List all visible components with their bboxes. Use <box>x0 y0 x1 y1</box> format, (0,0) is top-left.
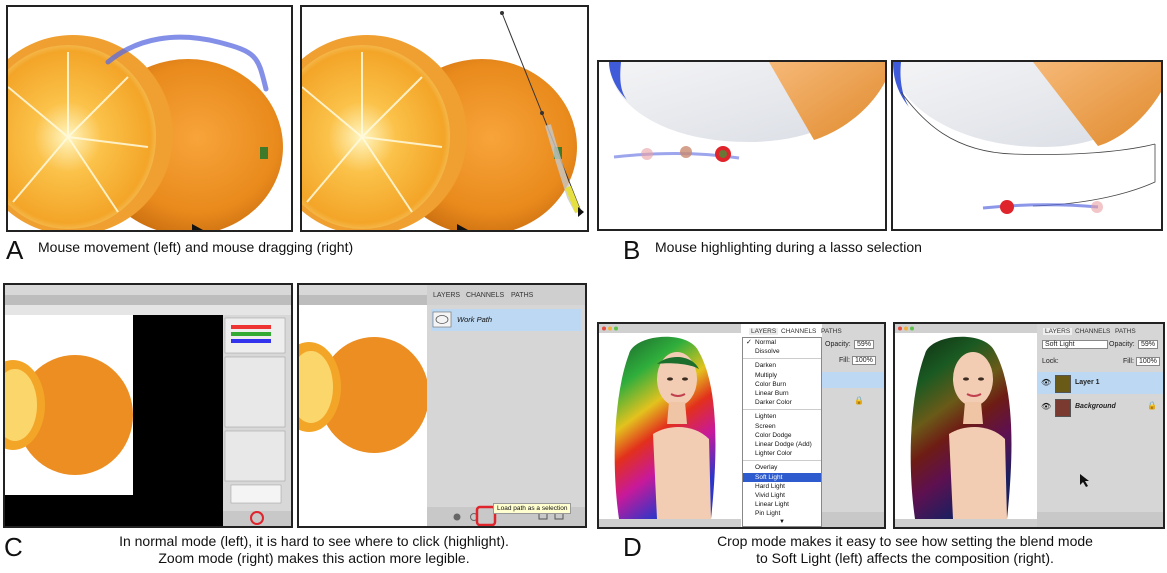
panel-b-caption: Mouse highlighting during a lasso select… <box>655 239 922 255</box>
tab-paths[interactable]: PATHS <box>1115 328 1136 335</box>
blend-option-darker-color[interactable]: Darker Color <box>743 398 821 407</box>
photoshop-zoom-mode-screenshot <box>299 285 585 526</box>
mouse-cursor-icon <box>1080 474 1089 487</box>
layer-thumbnail <box>1055 375 1071 393</box>
blend-option-soft-light[interactable]: Soft Light <box>743 472 821 482</box>
layer-1-row[interactable]: 👁 Layer 1 <box>1037 372 1163 394</box>
blend-option-color-burn[interactable]: Color Burn <box>743 380 821 389</box>
fill-label: Fill: <box>1123 358 1134 365</box>
blend-mode-select[interactable]: Soft Light <box>1042 340 1108 349</box>
blend-option-darken[interactable]: Darken <box>743 361 821 370</box>
woman-rainbow-hair-image <box>599 324 741 527</box>
eye-icon[interactable]: 👁 <box>1041 402 1051 411</box>
layers-footer <box>1037 512 1163 527</box>
tab-paths[interactable]: PATHS <box>821 328 842 335</box>
chevron-down-icon: ▼ <box>779 519 785 525</box>
photoshop-normal-mode-screenshot <box>5 285 291 526</box>
panel-c-left-frame <box>3 283 293 528</box>
opacity-value[interactable]: 59% <box>854 340 875 349</box>
layers-footer <box>822 512 884 527</box>
blend-option-hard-light[interactable]: Hard Light <box>743 482 821 491</box>
ball-image-lasso-end <box>893 62 1161 229</box>
blend-option-multiply[interactable]: Multiply <box>743 371 821 380</box>
panel-d-right-frame: LAYERS CHANNELS PATHS Soft Light Opacity… <box>893 322 1165 529</box>
layer-thumbnail <box>1055 399 1071 417</box>
blend-option-lighter-color[interactable]: Lighter Color <box>743 449 821 458</box>
eye-icon[interactable]: 👁 <box>1041 378 1051 387</box>
tab-channels[interactable]: CHANNELS <box>1075 328 1110 335</box>
fill-label: Fill: <box>839 357 850 364</box>
layer-1-label: Layer 1 <box>1075 379 1100 386</box>
background-layer-row[interactable]: 👁 Background 🔒 <box>1037 396 1163 418</box>
panel-d-caption-line1: Crop mode makes it easy to see how setti… <box>717 533 1093 549</box>
blend-option-screen[interactable]: Screen <box>743 422 821 431</box>
panel-d-left-frame: Normal Dissolve Darken Multiply Color Bu… <box>597 322 886 529</box>
panel-c-right-frame: LAYERS CHANNELS PATHS Work Path Load pat… <box>297 283 587 528</box>
layers-panel-bg <box>1037 324 1163 527</box>
panel-a-letter: A <box>6 235 24 265</box>
fill-value[interactable]: 100% <box>1136 357 1160 366</box>
panel-d-caption-line2: to Soft Light (left) affects the composi… <box>756 550 1054 566</box>
blend-option-linear-dodge[interactable]: Linear Dodge (Add) <box>743 440 821 449</box>
tab-channels[interactable]: CHANNELS <box>781 328 816 335</box>
load-path-tooltip: Load path as a selection <box>493 503 572 514</box>
blend-option-normal[interactable]: Normal <box>743 338 821 347</box>
blend-option-lighten[interactable]: Lighten <box>743 412 821 421</box>
woman-soft-light-hair-image <box>895 324 1037 527</box>
work-path-label[interactable]: Work Path <box>457 315 492 324</box>
tab-layers[interactable]: LAYERS <box>433 292 460 299</box>
menu-divider <box>743 409 821 411</box>
blend-mode-dropdown[interactable]: Normal Dissolve Darken Multiply Color Bu… <box>742 337 822 527</box>
fill-value[interactable]: 100% <box>852 356 876 365</box>
menu-divider <box>743 358 821 360</box>
tab-channels[interactable]: CHANNELS <box>466 292 504 299</box>
lock-icon: 🔒 <box>854 396 864 405</box>
tab-layers[interactable]: LAYERS <box>1043 328 1073 335</box>
lock-label: Lock: <box>1042 358 1059 365</box>
blend-option-color-dodge[interactable]: Color Dodge <box>743 431 821 440</box>
tab-paths[interactable]: PATHS <box>511 292 533 299</box>
opacity-label: Opacity: <box>1109 341 1135 348</box>
checkmark-icon: ✓ <box>746 339 752 346</box>
blend-option-overlay[interactable]: Overlay <box>743 463 821 472</box>
opacity-label: Opacity: <box>825 341 851 348</box>
panel-b-right-frame <box>891 60 1163 231</box>
tab-layers[interactable]: LAYERS <box>749 328 779 335</box>
blend-option-linear-burn[interactable]: Linear Burn <box>743 389 821 398</box>
blend-option-linear-light[interactable]: Linear Light <box>743 500 821 509</box>
panel-c-letter: C <box>4 532 23 562</box>
blend-option-vivid-light[interactable]: Vivid Light <box>743 491 821 500</box>
layer-1-row[interactable] <box>822 372 884 388</box>
panel-b-left-frame <box>597 60 887 231</box>
layers-panel-bg <box>822 324 884 527</box>
orange-image-mouse-drag <box>302 7 587 230</box>
blend-option-dissolve[interactable]: Dissolve <box>743 347 821 356</box>
panel-c-caption-line2: Zoom mode (right) makes this action more… <box>158 550 470 566</box>
lock-icon: 🔒 <box>1147 401 1157 410</box>
background-layer-label: Background <box>1075 403 1116 410</box>
panel-d-letter: D <box>623 532 642 562</box>
panel-a-caption: Mouse movement (left) and mouse dragging… <box>38 239 354 255</box>
menu-divider <box>743 460 821 462</box>
orange-image-mouse-movement <box>8 7 291 230</box>
panel-b-letter: B <box>623 235 641 265</box>
blend-option-pin-light[interactable]: Pin Light <box>743 509 821 518</box>
panel-c-caption-line1: In normal mode (left), it is hard to see… <box>119 533 509 549</box>
panel-a-right-frame <box>300 5 589 232</box>
panel-a-left-frame <box>6 5 293 232</box>
ball-image-lasso-start <box>599 62 885 229</box>
opacity-value[interactable]: 59% <box>1138 340 1159 349</box>
